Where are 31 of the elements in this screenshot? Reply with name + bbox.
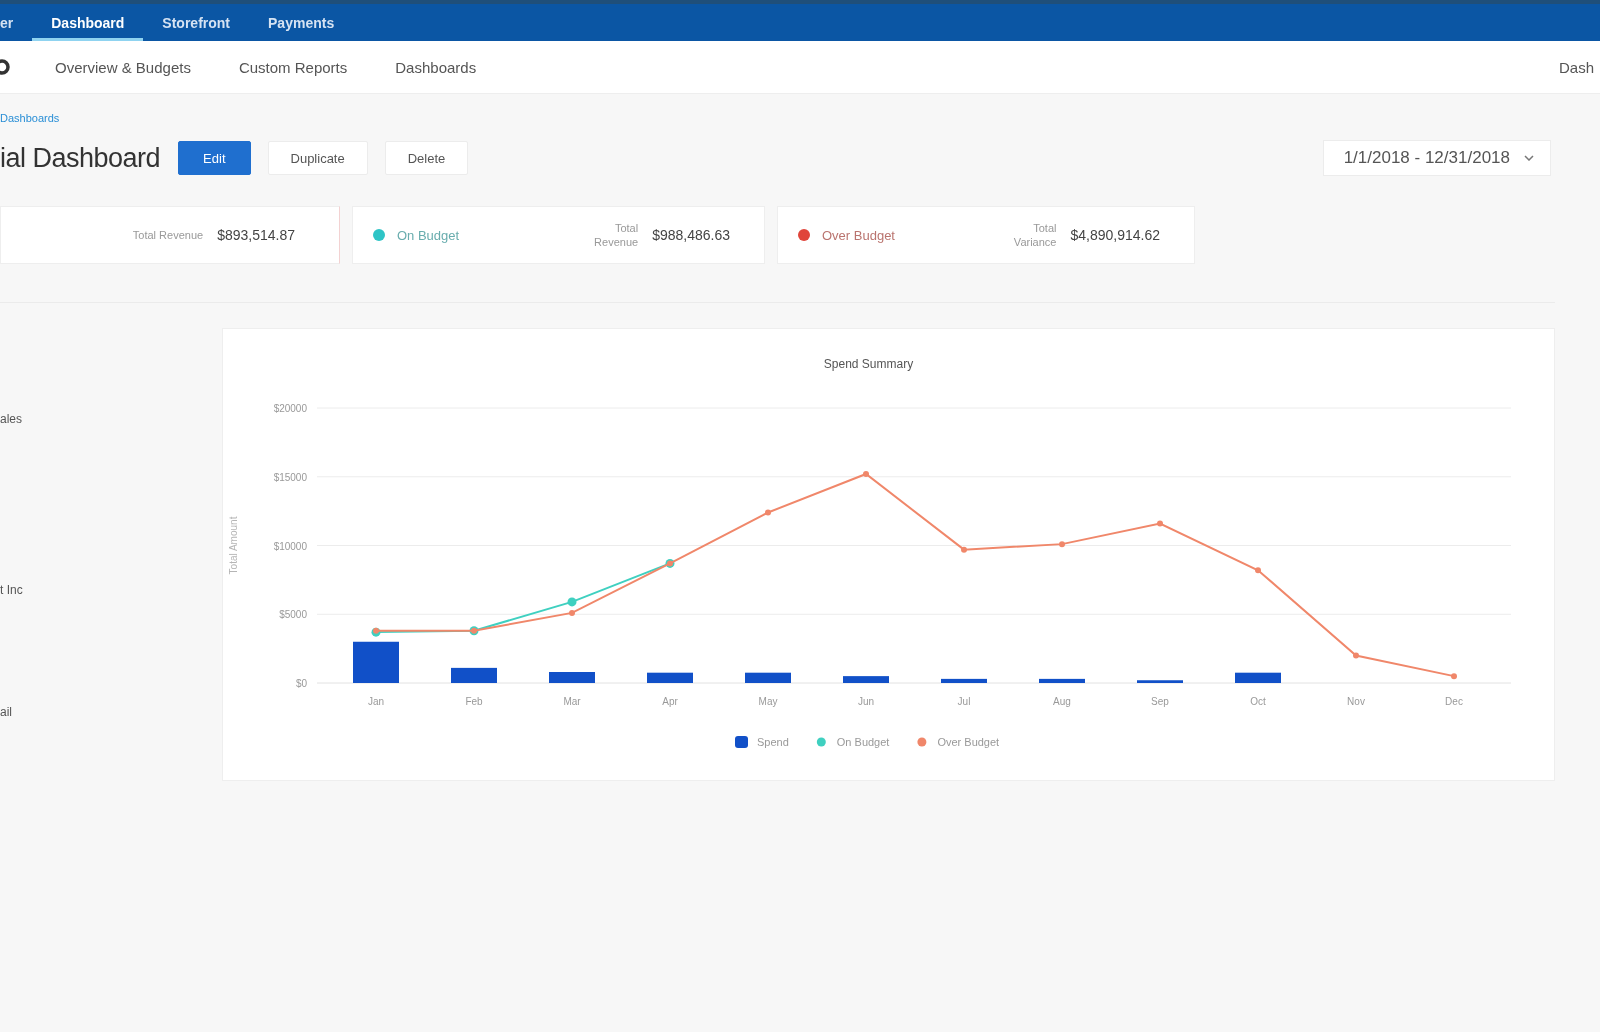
x-tick-label: Jul (957, 696, 971, 707)
x-tick-label: Oct (1250, 696, 1266, 707)
metric-label: Total Revenue (132, 228, 204, 242)
y-tick-label: $5000 (279, 609, 307, 621)
y-tick-label: $15000 (273, 471, 307, 483)
x-tick-label: Feb (465, 696, 483, 707)
x-tick-label: Aug (1053, 696, 1071, 707)
y-tick-label: $20000 (273, 403, 307, 414)
x-tick-label: Jun (857, 696, 875, 707)
status-label: Over Budget (822, 227, 895, 243)
metric-label: Total Variance (1012, 221, 1057, 249)
legend-label: On Budget (836, 736, 890, 748)
y-axis-title: Total Amount (228, 516, 239, 575)
status-label: On Budget (397, 227, 460, 243)
x-tick-label: Nov (1347, 696, 1365, 707)
x-tick-label: May (758, 696, 778, 707)
x-tick-label: Sep (1151, 696, 1169, 707)
legend-label: Spend (757, 736, 789, 748)
x-tick-label: Jan (367, 696, 385, 707)
page-title: ial Dashboard (0, 142, 161, 174)
metric-label: Total Revenue (593, 221, 639, 249)
metric-value: $988,486.63 (652, 227, 730, 243)
y-tick-label: $10000 (273, 540, 307, 552)
chart-title: Spend Summary (823, 357, 914, 371)
metric-value: $4,890,914.62 (1070, 227, 1160, 243)
x-tick-label: Apr (662, 696, 678, 707)
legend-label: Over Budget (937, 736, 1000, 748)
x-tick-label: Mar (563, 696, 581, 707)
metric-value: $893,514.87 (217, 227, 295, 243)
y-tick-label: $0 (295, 678, 307, 689)
x-tick-label: Dec (1445, 696, 1463, 707)
